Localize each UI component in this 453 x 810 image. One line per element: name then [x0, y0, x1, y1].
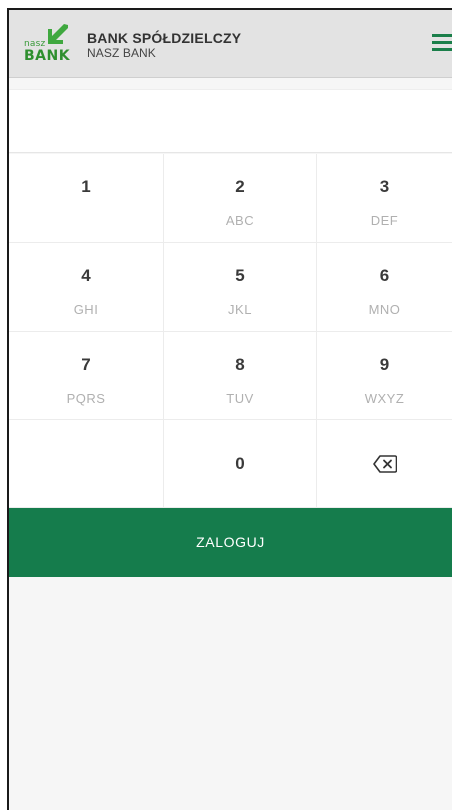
key-5[interactable]: 5 JKL [164, 243, 317, 332]
logo-bottom-text: BANK [24, 48, 71, 64]
backspace-button[interactable] [317, 420, 452, 508]
key-digit: 8 [235, 355, 245, 374]
backspace-icon [372, 455, 397, 473]
key-letters: MNO [368, 302, 401, 317]
key-6[interactable]: 6 MNO [317, 243, 452, 332]
key-letters: JKL [228, 302, 252, 317]
key-9[interactable]: 9 WXYZ [317, 332, 452, 420]
pin-input[interactable] [9, 89, 452, 153]
key-7[interactable]: 7 PQRS [9, 332, 164, 420]
key-0[interactable]: 0 [164, 420, 317, 508]
bank-name: BANK SPÓŁDZIELCZY [87, 30, 242, 46]
key-empty [9, 420, 164, 508]
logo-arrow-icon [48, 24, 68, 44]
pin-keypad: 1 2 ABC 3 DEF 4 GHI 5 JKL 6 MNO 7 PQRS 8 [9, 154, 452, 508]
key-digit: 3 [379, 177, 390, 196]
key-letters: WXYZ [364, 391, 405, 406]
app-header: nasz BANK BANK SPÓŁDZIELCZY NASZ BANK [9, 10, 452, 78]
key-3[interactable]: 3 DEF [317, 154, 452, 243]
key-letters: PQRS [66, 391, 106, 406]
key-digit: 1 [81, 177, 91, 196]
key-digit: 6 [379, 266, 390, 285]
key-letters: DEF [370, 213, 399, 228]
key-digit: 5 [235, 266, 245, 285]
key-letters: ABC [225, 213, 255, 228]
key-4[interactable]: 4 GHI [9, 243, 164, 332]
bank-logo: nasz BANK [24, 24, 76, 68]
key-digit: 2 [235, 177, 245, 196]
key-8[interactable]: 8 TUV [164, 332, 317, 420]
key-digit: 0 [235, 454, 245, 473]
key-letters: TUV [226, 391, 254, 406]
key-digit: 7 [81, 355, 91, 374]
app-screen: nasz BANK BANK SPÓŁDZIELCZY NASZ BANK 1 … [7, 8, 452, 810]
key-letters: GHI [73, 302, 99, 317]
key-2[interactable]: 2 ABC [164, 154, 317, 243]
key-digit: 4 [81, 266, 91, 285]
login-button[interactable]: ZALOGUJ [9, 508, 452, 577]
bank-subname: NASZ BANK [87, 46, 156, 60]
hamburger-menu-icon[interactable] [422, 28, 452, 58]
key-1[interactable]: 1 [9, 154, 164, 243]
key-digit: 9 [379, 355, 390, 374]
